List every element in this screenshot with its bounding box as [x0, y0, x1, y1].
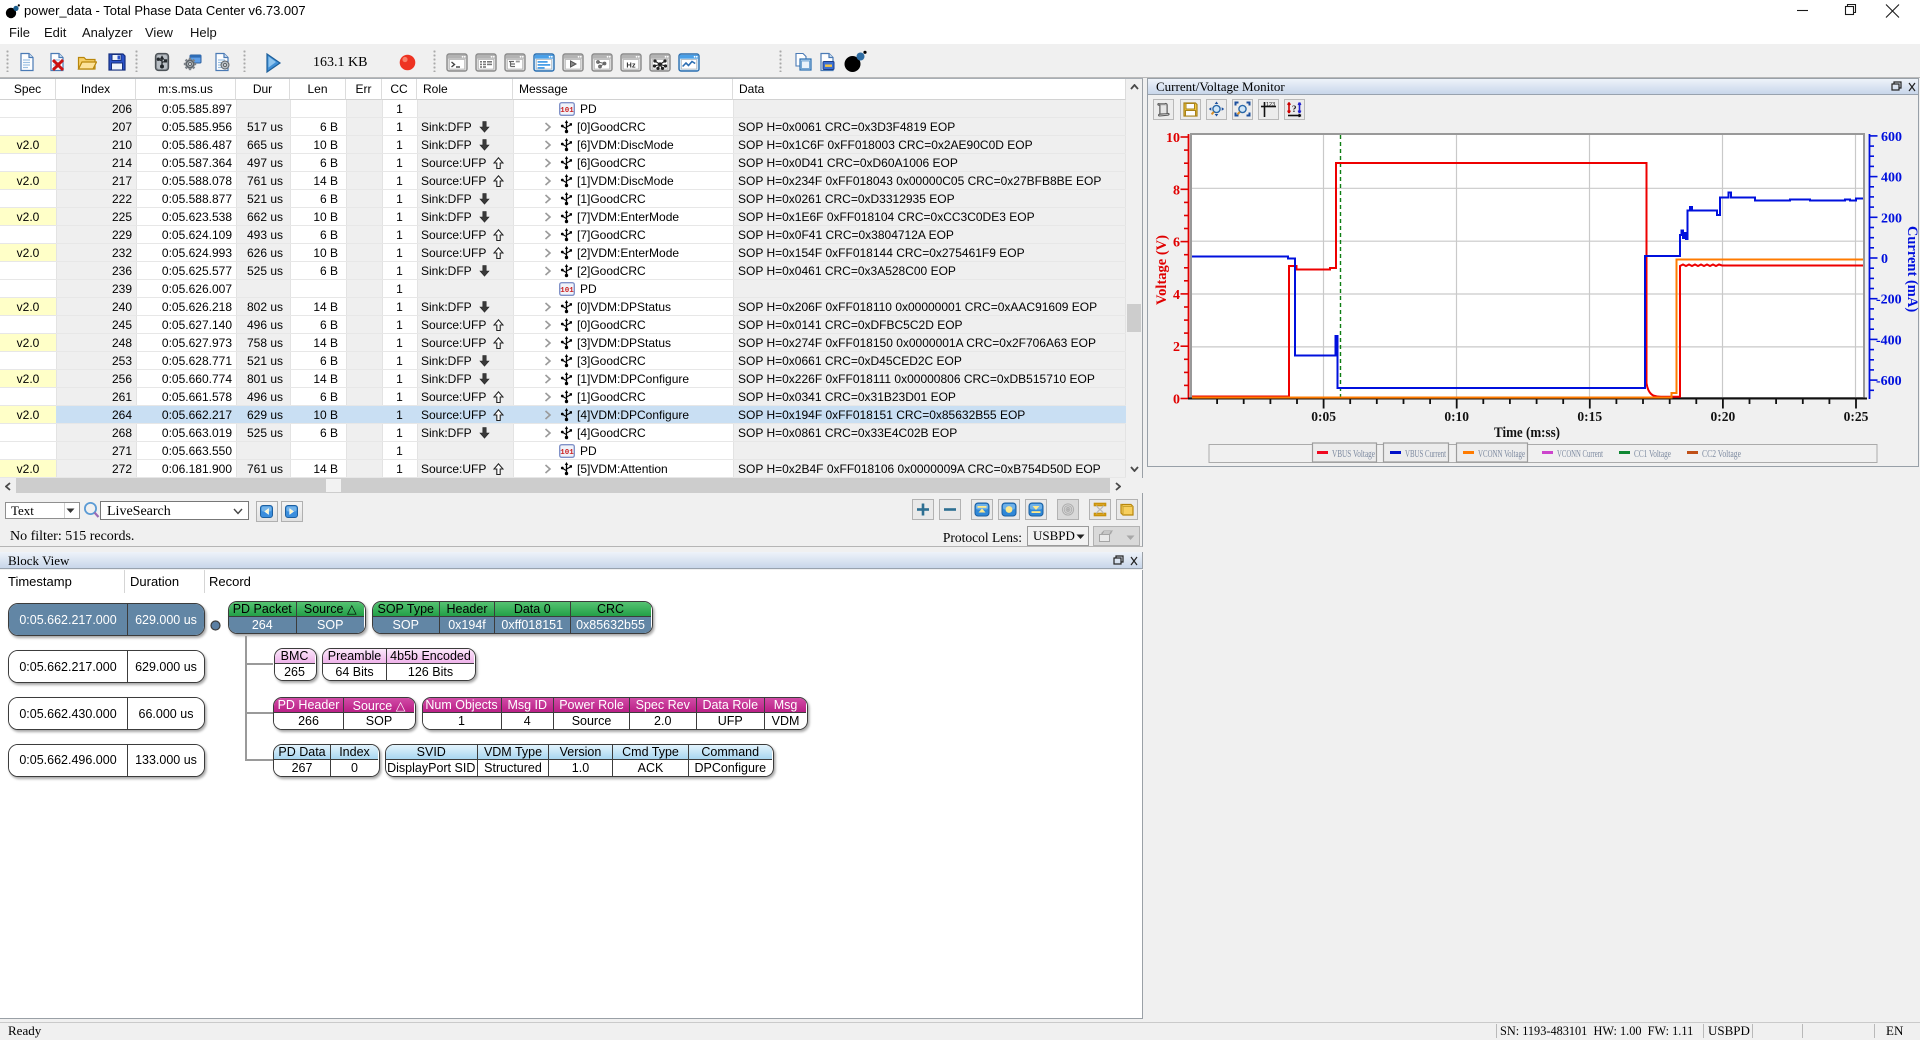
- svg-text:VBUS Current: VBUS Current: [1405, 449, 1446, 460]
- svg-text:0:25: 0:25: [1844, 409, 1869, 424]
- svg-text:Time (m:ss): Time (m:ss): [1494, 425, 1560, 441]
- svg-text:6: 6: [1173, 236, 1180, 251]
- svg-text:101: 101: [560, 107, 574, 115]
- svg-text:8: 8: [1173, 183, 1180, 198]
- svg-text:0: 0: [1881, 252, 1888, 267]
- svg-text:?: ?: [1292, 104, 1297, 114]
- svg-text:0:20: 0:20: [1711, 409, 1736, 424]
- svg-text:VCONN Current: VCONN Current: [1557, 449, 1603, 460]
- svg-text:101: 101: [560, 449, 574, 457]
- svg-text:0: 0: [1173, 393, 1180, 408]
- svg-text:600: 600: [1881, 130, 1902, 145]
- svg-text:-600: -600: [1876, 374, 1902, 389]
- svg-text:0:15: 0:15: [1577, 409, 1602, 424]
- svg-text:2: 2: [1173, 340, 1180, 355]
- svg-text:123: 123: [1266, 102, 1275, 108]
- svg-text:VBUS Voltage: VBUS Voltage: [1332, 449, 1375, 460]
- svg-text:400: 400: [1881, 171, 1902, 186]
- svg-text:-200: -200: [1876, 293, 1902, 308]
- svg-text:CC2 Voltage: CC2 Voltage: [1702, 449, 1741, 460]
- svg-text:VCONN Voltage: VCONN Voltage: [1478, 449, 1525, 460]
- svg-text:0:10: 0:10: [1444, 409, 1469, 424]
- svg-text:Voltage (V): Voltage (V): [1154, 235, 1170, 305]
- svg-text:-400: -400: [1876, 333, 1902, 348]
- svg-text:101: 101: [560, 287, 574, 295]
- svg-text:10: 10: [1166, 131, 1180, 146]
- svg-text:Hz: Hz: [626, 61, 635, 70]
- svg-text:4: 4: [1173, 288, 1180, 303]
- svg-text:Current (mA): Current (mA): [1904, 226, 1919, 312]
- svg-text:200: 200: [1881, 211, 1902, 226]
- svg-text:0:05: 0:05: [1311, 409, 1336, 424]
- svg-text:CC1 Voltage: CC1 Voltage: [1634, 449, 1671, 460]
